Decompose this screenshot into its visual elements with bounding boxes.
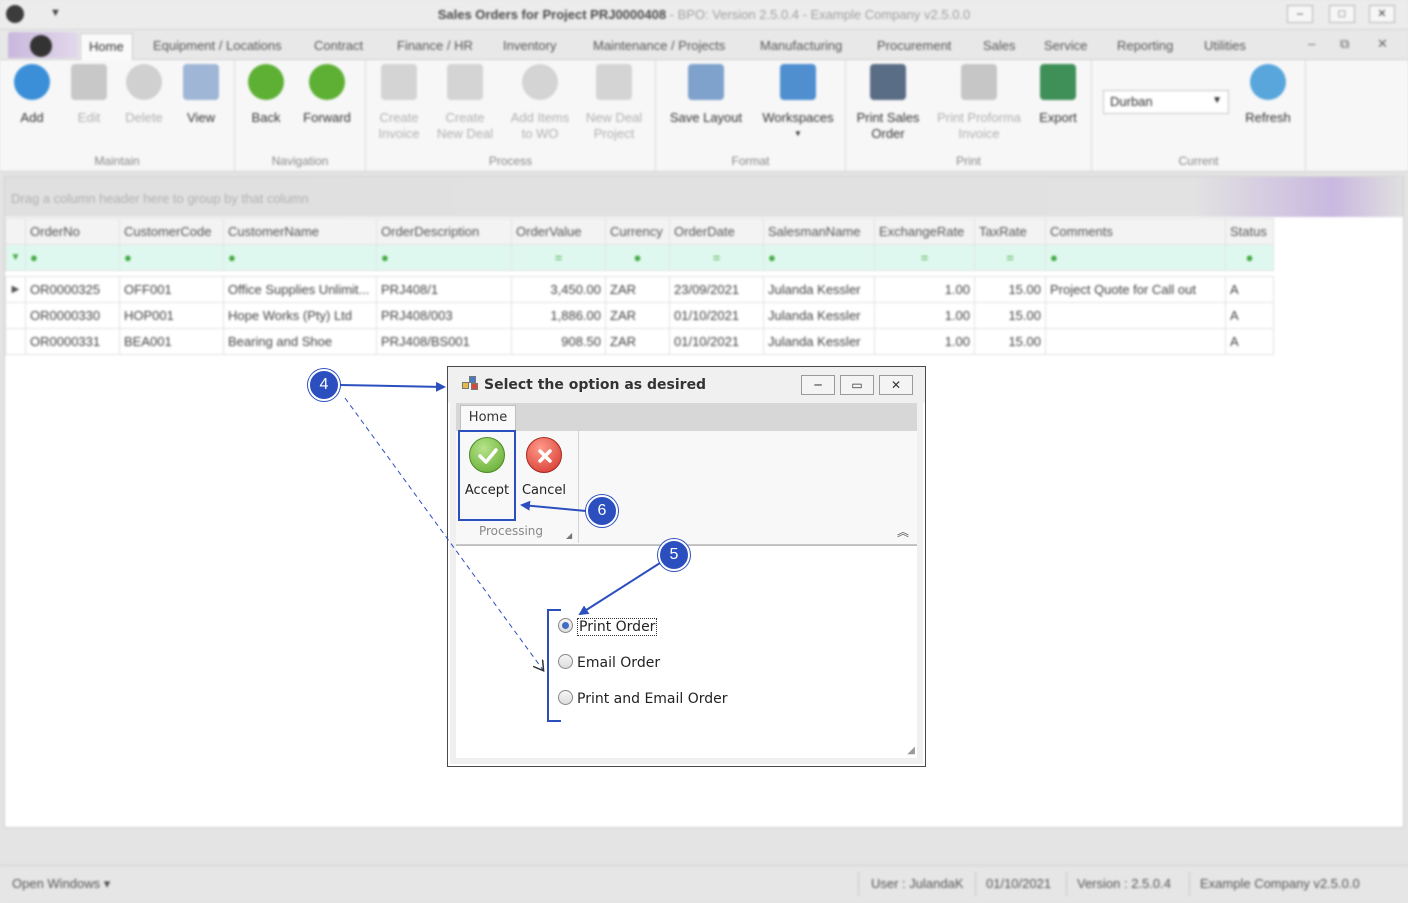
annotation-dashed-arrow: [344, 397, 543, 670]
annotation-overlay: [339, 381, 661, 722]
step-badge-4: 4: [308, 369, 340, 401]
step-badge-5: 5: [658, 539, 690, 571]
step-badge-6: 6: [586, 495, 618, 527]
annotation-arrow-4: [339, 381, 446, 392]
accept-highlight-box: [458, 430, 516, 521]
options-bracket: [547, 609, 561, 722]
annotation-arrow-6: [520, 500, 587, 512]
annotation-arrow-5: [578, 562, 661, 616]
